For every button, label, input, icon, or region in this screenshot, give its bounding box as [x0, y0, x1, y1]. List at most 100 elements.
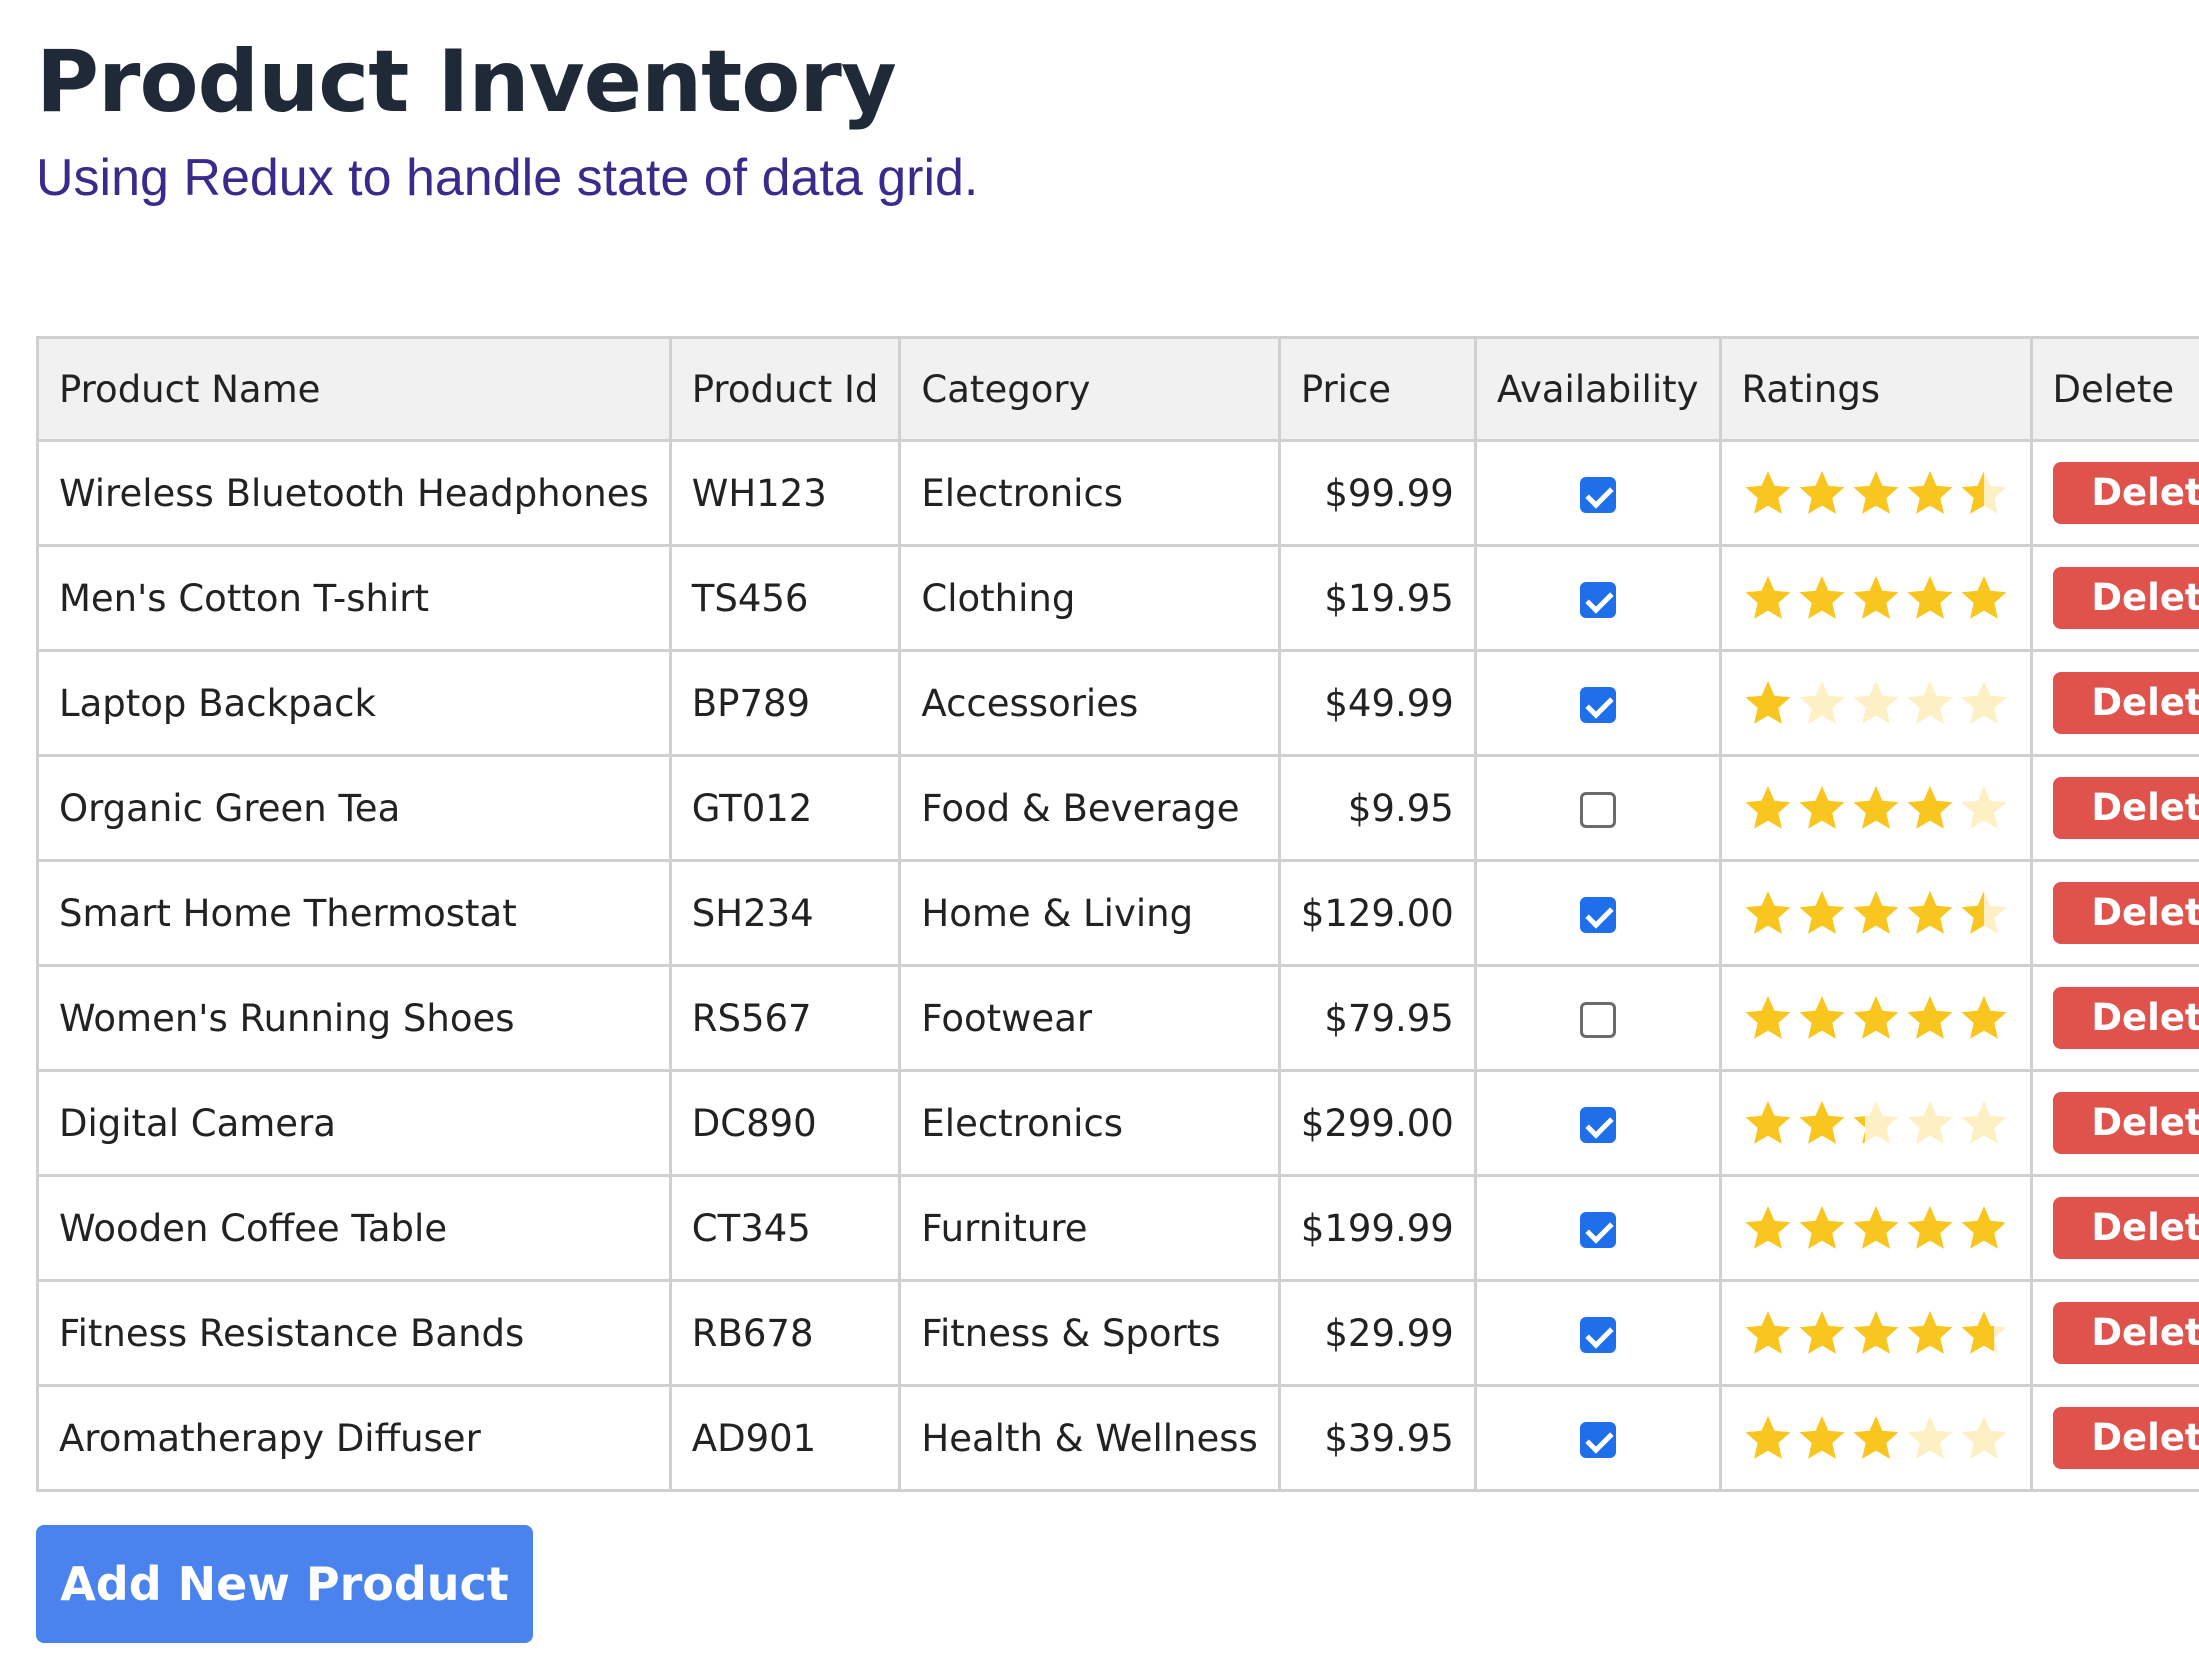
checkbox-checked-icon[interactable] — [1579, 1212, 1616, 1248]
star-icon[interactable] — [1958, 469, 2010, 517]
checkbox-checked-icon[interactable] — [1579, 897, 1616, 933]
star-icon[interactable] — [1904, 1414, 1956, 1462]
star-icon[interactable] — [1850, 784, 1902, 832]
price-cell[interactable]: $9.95 — [1277, 754, 1477, 862]
star-icon[interactable] — [1850, 679, 1902, 727]
star-icon[interactable] — [1796, 1414, 1848, 1462]
star-rating[interactable] — [1742, 994, 2010, 1042]
delete-button[interactable]: Delete — [2052, 882, 2199, 944]
star-icon[interactable] — [1904, 469, 1956, 517]
product-id-cell[interactable]: GT012 — [668, 754, 902, 862]
price-cell[interactable]: $299.00 — [1277, 1069, 1477, 1177]
product-id-cell[interactable]: TS456 — [668, 544, 902, 652]
star-icon[interactable] — [1958, 1204, 2010, 1252]
category-cell[interactable]: Food & Beverage — [898, 754, 1281, 862]
price-cell[interactable]: $79.95 — [1277, 964, 1477, 1072]
star-icon[interactable] — [1796, 1099, 1848, 1147]
product-name-cell[interactable]: Aromatherapy Diffuser — [36, 1384, 672, 1492]
product-name-cell[interactable]: Fitness Resistance Bands — [36, 1279, 672, 1387]
product-name-cell[interactable]: Organic Green Tea — [36, 754, 672, 862]
star-icon[interactable] — [1796, 1204, 1848, 1252]
star-icon[interactable] — [1850, 889, 1902, 937]
category-cell[interactable]: Footwear — [898, 964, 1281, 1072]
category-cell[interactable]: Furniture — [898, 1174, 1281, 1282]
star-icon[interactable] — [1796, 784, 1848, 832]
column-header-category[interactable]: Category — [898, 336, 1281, 442]
star-icon[interactable] — [1958, 679, 2010, 727]
product-id-cell[interactable]: CT345 — [668, 1174, 902, 1282]
price-cell[interactable]: $49.99 — [1277, 649, 1477, 757]
checkbox-checked-icon[interactable] — [1579, 1422, 1616, 1458]
star-rating[interactable] — [1742, 1204, 2010, 1252]
star-icon[interactable] — [1850, 1414, 1902, 1462]
category-cell[interactable]: Fitness & Sports — [898, 1279, 1281, 1387]
delete-button[interactable]: Delete — [2052, 1197, 2199, 1259]
table-row[interactable]: Wooden Coffee Table CT345 Furniture $199… — [36, 1174, 2199, 1282]
star-icon[interactable] — [1904, 679, 1956, 727]
table-row[interactable]: Wireless Bluetooth Headphones WH123 Elec… — [36, 439, 2199, 547]
product-id-cell[interactable]: WH123 — [668, 439, 902, 547]
star-rating[interactable] — [1742, 784, 2010, 832]
delete-button[interactable]: Delete — [2052, 1092, 2199, 1154]
star-icon[interactable] — [1904, 1099, 1956, 1147]
star-icon[interactable] — [1742, 679, 1794, 727]
star-icon[interactable] — [1850, 994, 1902, 1042]
column-header-ratings[interactable]: Ratings — [1718, 336, 2033, 442]
table-row[interactable]: Aromatherapy Diffuser AD901 Health & Wel… — [36, 1384, 2199, 1492]
star-icon[interactable] — [1850, 1204, 1902, 1252]
star-icon[interactable] — [1850, 1309, 1902, 1357]
star-icon[interactable] — [1958, 784, 2010, 832]
table-row[interactable]: Organic Green Tea GT012 Food & Beverage … — [36, 754, 2199, 862]
star-rating[interactable] — [1742, 889, 2010, 937]
delete-button[interactable]: Delete — [2052, 1302, 2199, 1364]
column-header-product-name[interactable]: Product Name — [36, 336, 672, 442]
column-header-product-id[interactable]: Product Id — [668, 336, 902, 442]
category-cell[interactable]: Accessories — [898, 649, 1281, 757]
product-id-cell[interactable]: SH234 — [668, 859, 902, 967]
product-name-cell[interactable]: Men's Cotton T-shirt — [36, 544, 672, 652]
delete-button[interactable]: Delete — [2052, 987, 2199, 1049]
star-icon[interactable] — [1958, 1414, 2010, 1462]
star-rating[interactable] — [1742, 1309, 2010, 1357]
column-header-availability[interactable]: Availability — [1473, 336, 1722, 442]
product-name-cell[interactable]: Smart Home Thermostat — [36, 859, 672, 967]
price-cell[interactable]: $29.99 — [1277, 1279, 1477, 1387]
delete-button[interactable]: Delete — [2052, 1407, 2199, 1469]
add-new-product-button[interactable]: Add New Product — [36, 1525, 533, 1643]
star-icon[interactable] — [1958, 1099, 2010, 1147]
star-icon[interactable] — [1958, 994, 2010, 1042]
table-row[interactable]: Women's Running Shoes RS567 Footwear $79… — [36, 964, 2199, 1072]
product-id-cell[interactable]: AD901 — [668, 1384, 902, 1492]
star-icon[interactable] — [1850, 1099, 1902, 1147]
category-cell[interactable]: Health & Wellness — [898, 1384, 1281, 1492]
star-icon[interactable] — [1742, 574, 1794, 622]
star-icon[interactable] — [1796, 994, 1848, 1042]
star-rating[interactable] — [1742, 1414, 2010, 1462]
delete-button[interactable]: Delete — [2052, 567, 2199, 629]
checkbox-checked-icon[interactable] — [1579, 477, 1616, 513]
checkbox-checked-icon[interactable] — [1579, 687, 1616, 723]
price-cell[interactable]: $129.00 — [1277, 859, 1477, 967]
product-id-cell[interactable]: RB678 — [668, 1279, 902, 1387]
delete-button[interactable]: Delete — [2052, 777, 2199, 839]
table-row[interactable]: Digital Camera DC890 Electronics $299.00… — [36, 1069, 2199, 1177]
star-icon[interactable] — [1742, 889, 1794, 937]
delete-button[interactable]: Delete — [2052, 672, 2199, 734]
checkbox-empty-icon[interactable] — [1579, 1002, 1616, 1038]
table-row[interactable]: Fitness Resistance Bands RB678 Fitness &… — [36, 1279, 2199, 1387]
product-name-cell[interactable]: Laptop Backpack — [36, 649, 672, 757]
star-icon[interactable] — [1742, 469, 1794, 517]
category-cell[interactable]: Clothing — [898, 544, 1281, 652]
star-icon[interactable] — [1850, 574, 1902, 622]
product-id-cell[interactable]: RS567 — [668, 964, 902, 1072]
star-icon[interactable] — [1904, 1204, 1956, 1252]
star-icon[interactable] — [1742, 1414, 1794, 1462]
star-icon[interactable] — [1796, 889, 1848, 937]
star-rating[interactable] — [1742, 574, 2010, 622]
star-icon[interactable] — [1904, 994, 1956, 1042]
star-icon[interactable] — [1904, 784, 1956, 832]
star-icon[interactable] — [1742, 1099, 1794, 1147]
star-rating[interactable] — [1742, 679, 2010, 727]
price-cell[interactable]: $19.95 — [1277, 544, 1477, 652]
table-row[interactable]: Laptop Backpack BP789 Accessories $49.99… — [36, 649, 2199, 757]
